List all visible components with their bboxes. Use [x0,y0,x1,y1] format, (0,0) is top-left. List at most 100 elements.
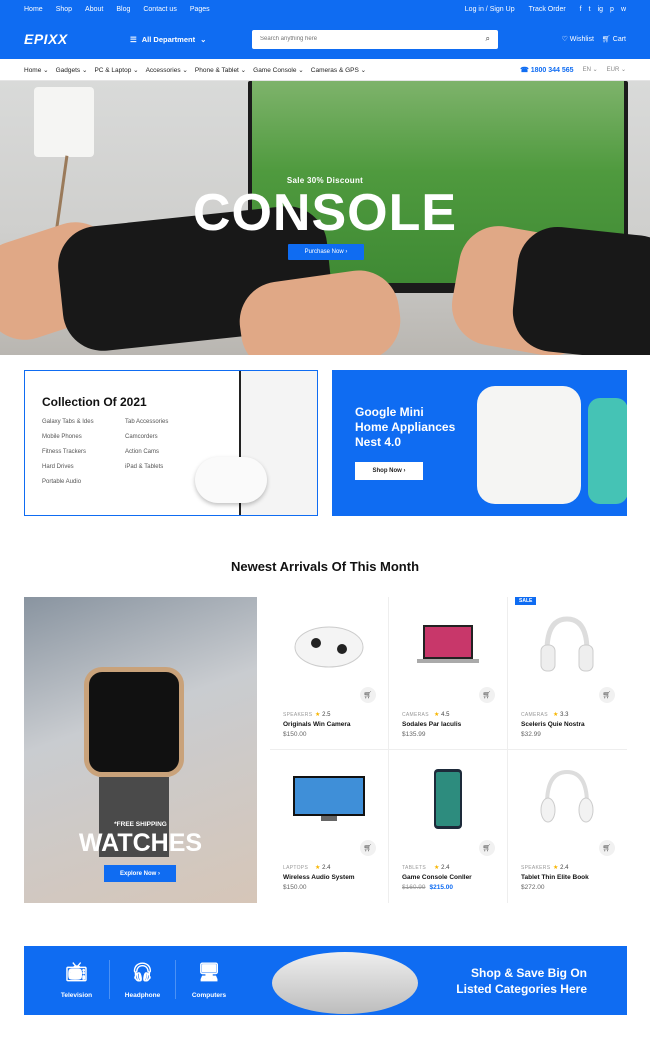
category-label: Television [60,992,93,999]
product-card[interactable]: SALE 🛒︎ CAMERAS ★ 3.3 Sceleris Quie Nost… [508,597,627,750]
twitter-icon[interactable]: t [589,6,591,13]
category-computers[interactable]: 🖥︎ Computers [176,960,242,999]
header-actions: ♡ Wishlist 🛒︎ Cart [562,35,626,43]
purchase-now-button[interactable]: Purchase Now › [288,244,364,260]
product-category: SPEAKERS [283,712,313,718]
nav-item-accessories[interactable]: Accessories ⌄ [146,66,188,74]
nav-item-phone-tablet[interactable]: Phone & Tablet ⌄ [195,66,246,74]
nav-item-label: Accessories [145,66,181,74]
wishlist-label: Wishlist [569,36,594,43]
login-link[interactable]: Log in / Sign Up [465,6,515,13]
heart-icon: ♡ [561,36,568,43]
currency-select[interactable]: EUR ⌄ [607,66,626,73]
product-image [404,615,492,677]
add-to-cart-icon[interactable]: 🛒︎ [599,840,615,856]
logo[interactable]: EPIXX [24,31,124,47]
collection-banner[interactable]: Collection Of 2021 Galaxy Tabs & Ides Mo… [24,370,318,516]
top-link-pages[interactable]: Pages [190,6,210,13]
product-card[interactable]: 🛒︎ LAPTOPS ★ 2.4 Wireless Audio System $… [270,750,389,903]
collection-link[interactable]: Hard Drives [42,464,94,470]
all-department-button[interactable]: ☰ All Department ⌄ [130,35,252,44]
search-input[interactable] [260,36,486,42]
product-rating: ★ 4.5 [434,712,450,718]
nav-item-home[interactable]: Home ⌄ [24,66,49,74]
computer-icon: 🖥︎ [197,962,221,982]
collection-link[interactable]: Fitness Trackers [42,449,94,455]
nav-item-gadgets[interactable]: Gadgets ⌄ [56,66,88,74]
collection-link[interactable]: iPad & Tablets [125,464,168,470]
wishlist-button[interactable]: ♡ Wishlist [562,35,594,43]
search-icon[interactable]: ⌕ [486,34,490,44]
top-link-contact[interactable]: Contact us [143,6,176,13]
old-price: $160.99 [402,884,426,891]
product-card[interactable]: 🛒︎ SPEAKERS ★ 2.4 Tablet Thin Elite Book… [508,750,627,903]
collection-link[interactable]: Camcorders [125,434,168,440]
collection-link[interactable]: Galaxy Tabs & Ides [42,419,94,425]
product-name[interactable]: Sodales Par Iaculis [402,721,461,728]
instagram-icon[interactable]: ig [598,6,603,13]
nav-item-pc-laptop[interactable]: PC & Laptop ⌄ [94,66,138,74]
product-card[interactable]: 🛒︎ SPEAKERS ★ 2.5 Originals Win Camera $… [270,597,389,750]
purchase-now-label: Purchase Now [304,249,344,255]
watches-banner[interactable]: *FREE SHIPPING WATCHES Explore Now › [24,597,257,903]
explore-now-label: Explore Now [119,870,157,877]
top-links: Home Shop About Blog Contact us Pages [24,6,210,13]
top-link-home[interactable]: Home [24,6,43,13]
nav-item-label: Gadgets [55,66,81,74]
product-grid: *FREE SHIPPING WATCHES Explore Now › 🛒︎ … [24,597,627,903]
add-to-cart-icon[interactable]: 🛒︎ [360,687,376,703]
category-headphone[interactable]: 🎧︎ Headphone [110,960,176,999]
add-to-cart-icon[interactable]: 🛒︎ [360,840,376,856]
promo-line-1: Google Mini [355,405,424,419]
language-label: EN [582,67,591,73]
cart-button[interactable]: 🛒︎ Cart [602,35,626,43]
nav-item-cameras-gps[interactable]: Cameras & GPS ⌄ [311,66,366,74]
collection-link[interactable]: Action Cams [125,449,168,455]
explore-now-button[interactable]: Explore Now › [104,865,176,882]
price-value: $135.99 [402,731,426,738]
product-image [285,615,373,677]
collection-link[interactable]: Tab Accessories [125,419,168,425]
product-card[interactable]: 🛒︎ TABLETS ★ 2.4 Game Console Conller $1… [389,750,508,903]
add-to-cart-icon[interactable]: 🛒︎ [599,687,615,703]
facebook-icon[interactable]: f [580,6,582,13]
collection-link[interactable]: Mobile Phones [42,434,94,440]
nav-item-game-console[interactable]: Game Console ⌄ [253,66,304,74]
product-name[interactable]: Tablet Thin Elite Book [521,874,589,881]
track-order-link[interactable]: Track Order [529,6,566,13]
top-link-about[interactable]: About [85,6,103,13]
whatsapp-icon[interactable]: w [621,6,626,13]
bottom-promo-banner: 📺︎ Television 🎧︎ Headphone 🖥︎ Computers Sho… [24,946,627,1015]
pinterest-icon[interactable]: p [610,6,614,13]
xbox-controller-image [195,457,267,503]
product-category: LAPTOPS [283,865,309,871]
product-name[interactable]: Sceleris Quie Nostra [521,721,585,728]
language-select[interactable]: EN ⌄ [583,66,598,73]
google-mini-banner[interactable]: Google Mini Home Appliances Nest 4.0 Sho… [332,370,627,516]
chevron-down-icon: ⌄ [200,34,207,44]
add-to-cart-icon[interactable]: 🛒︎ [479,687,495,703]
product-name[interactable]: Game Console Conller [402,874,472,881]
product-card[interactable]: 🛒︎ CAMERAS ★ 4.5 Sodales Par Iaculis $13… [389,597,508,750]
nav-item-label: Phone & Tablet [194,66,239,74]
top-link-blog[interactable]: Blog [116,6,130,13]
promo-msg-line-1: Shop & Save Big On [470,966,587,980]
product-name[interactable]: Wireless Audio System [283,874,355,881]
product-name[interactable]: Originals Win Camera [283,721,351,728]
main-header: EPIXX ☰ All Department ⌄ ⌕ ♡ Wishlist 🛒︎… [0,19,650,59]
product-category: CAMERAS [521,712,548,718]
add-to-cart-icon[interactable]: 🛒︎ [479,840,495,856]
category-television[interactable]: 📺︎ Television [44,960,110,999]
product-rating: ★ 2.4 [434,865,450,871]
product-rating: ★ 2.4 [553,865,569,871]
bottom-promo-text: Shop & Save Big On Listed Categories Her… [456,965,587,997]
collection-link[interactable]: Portable Audio [42,479,94,485]
nav-items: Home ⌄ Gadgets ⌄ PC & Laptop ⌄ Accessori… [24,66,366,74]
promo-line-2: Home Appliances [355,420,456,434]
shop-now-button[interactable]: Shop Now › [355,462,423,480]
promo-banners: Collection Of 2021 Galaxy Tabs & Ides Mo… [0,355,650,535]
price-value: $215.00 [429,884,454,891]
department-label: All Department [141,34,196,44]
watches-title: WATCHES [78,829,203,857]
top-link-shop[interactable]: Shop [56,6,72,13]
